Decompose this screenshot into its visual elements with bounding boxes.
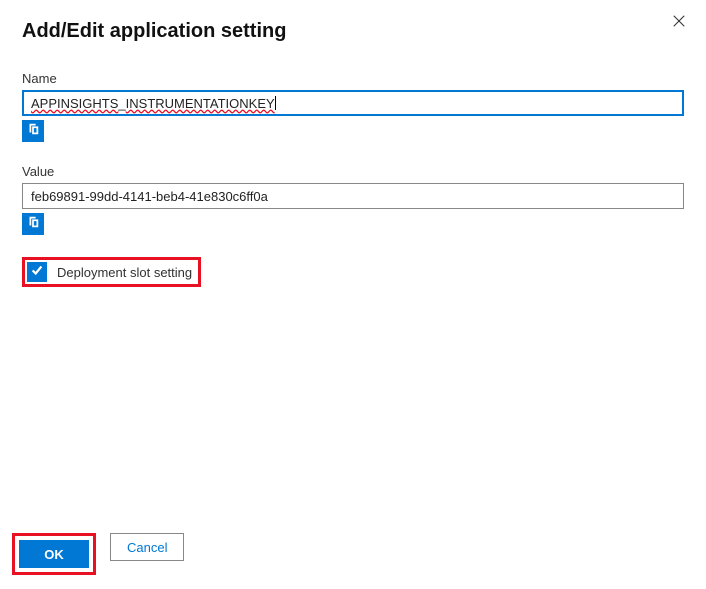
copy-name-button[interactable] bbox=[22, 120, 44, 142]
deployment-slot-checkbox[interactable] bbox=[27, 262, 47, 282]
close-icon[interactable] bbox=[672, 14, 686, 32]
copy-value-button[interactable] bbox=[22, 213, 44, 235]
value-label: Value bbox=[22, 164, 684, 179]
copy-icon bbox=[26, 215, 40, 234]
ok-button[interactable]: OK bbox=[19, 540, 89, 568]
deployment-slot-highlight: Deployment slot setting bbox=[22, 257, 201, 287]
check-icon bbox=[30, 263, 44, 282]
cancel-button[interactable]: Cancel bbox=[110, 533, 184, 561]
value-input[interactable] bbox=[22, 183, 684, 209]
copy-icon bbox=[26, 122, 40, 141]
deployment-slot-label[interactable]: Deployment slot setting bbox=[57, 265, 192, 280]
ok-button-highlight: OK bbox=[12, 533, 96, 575]
panel-title: Add/Edit application setting bbox=[22, 20, 684, 43]
name-input[interactable]: APPINSIGHTS_INSTRUMENTATIONKEY bbox=[22, 90, 684, 116]
name-label: Name bbox=[22, 71, 684, 86]
